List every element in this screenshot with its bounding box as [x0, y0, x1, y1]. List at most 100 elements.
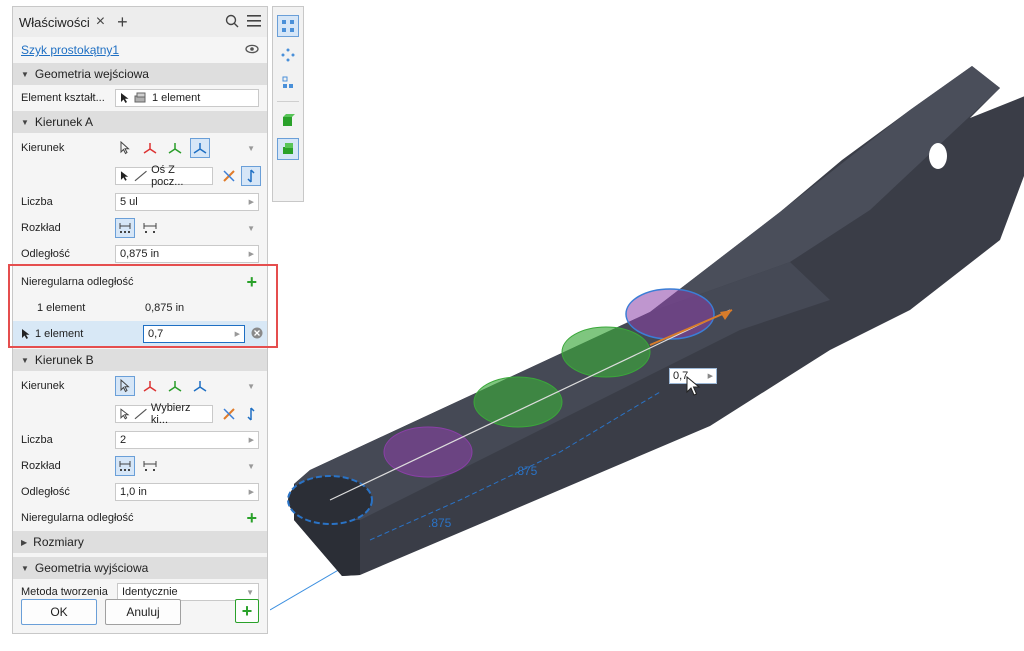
count-a-row: Liczba 5 ul ▶	[13, 189, 267, 215]
z-axis-icon[interactable]	[190, 138, 210, 158]
model-canvas[interactable]	[269, 0, 1024, 648]
apply-add-button[interactable]: +	[235, 599, 259, 623]
section-title: Kierunek B	[34, 353, 94, 367]
model-viewport[interactable]: .875 .875	[269, 0, 1024, 648]
add-icon[interactable]: +	[246, 508, 257, 529]
distance-icon[interactable]	[140, 456, 160, 476]
chevron-down-icon[interactable]: ▼	[247, 382, 255, 391]
midplane-icon[interactable]	[241, 404, 261, 424]
feature-select-row: Element kształt... 1 element	[13, 85, 267, 111]
distance-label: Odległość	[21, 248, 70, 260]
distribution-b-row: Rozkład ▼	[13, 453, 267, 479]
section-direction-b[interactable]: ▼ Kierunek B	[13, 349, 267, 371]
distance-b-input[interactable]: 1,0 in ▶	[115, 483, 259, 501]
close-icon[interactable]: ×	[96, 13, 105, 31]
chevron-right-icon[interactable]: ▶	[249, 198, 254, 206]
count-a-input[interactable]: 5 ul ▶	[115, 193, 259, 211]
axis-line-icon	[134, 170, 147, 182]
expand-triangle-icon: ▶	[21, 537, 28, 547]
select-direction-icon[interactable]	[115, 376, 135, 396]
feature-name-link[interactable]: Szyk prostokątny1	[21, 43, 119, 57]
spacing-icon[interactable]	[115, 456, 135, 476]
count-b-value: 2	[120, 434, 127, 446]
mouse-cursor-icon	[686, 376, 701, 396]
flip-direction-icon[interactable]	[219, 404, 239, 424]
direction-label: Kierunek	[21, 380, 65, 392]
pattern-hole-preview	[383, 426, 473, 478]
chevron-down-icon[interactable]: ▼	[247, 144, 255, 153]
ok-button[interactable]: OK	[21, 599, 97, 625]
collapse-triangle-icon: ▼	[21, 355, 29, 365]
dimension-label: .875	[514, 464, 538, 478]
mount-hole	[838, 89, 858, 117]
axis-line-icon	[134, 408, 147, 420]
distance-b-value: 1,0 in	[120, 486, 147, 498]
cursor-icon	[121, 93, 129, 103]
select-direction-icon[interactable]	[115, 138, 135, 158]
irregular-distance-highlight	[8, 264, 278, 348]
chevron-right-icon[interactable]: ▶	[249, 488, 254, 496]
feature-icon	[134, 92, 146, 103]
distance-label: Odległość	[21, 486, 70, 498]
count-b-input[interactable]: 2 ▶	[115, 431, 259, 449]
distribution-label: Rozkład	[21, 460, 61, 472]
chevron-right-icon[interactable]: ▶	[249, 436, 254, 444]
cursor-icon	[120, 171, 129, 181]
distribution-a-row: Rozkład ▼	[13, 215, 267, 241]
axis-a-selector[interactable]: Oś Z pocz...	[115, 164, 213, 188]
collapse-triangle-icon: ▼	[21, 69, 29, 79]
y-axis-icon[interactable]	[165, 138, 185, 158]
section-input-geometry[interactable]: ▼ Geometria wejściowa	[13, 63, 267, 85]
feature-name-bar: Szyk prostokątny1	[13, 37, 267, 63]
chevron-right-icon[interactable]: ▶	[249, 250, 254, 258]
section-sizes[interactable]: ▶ Rozmiary	[13, 531, 267, 553]
collapse-triangle-icon: ▼	[21, 563, 29, 573]
chevron-down-icon[interactable]: ▼	[246, 588, 254, 597]
chevron-down-icon[interactable]: ▼	[247, 224, 255, 233]
panel-titlebar: Właściwości × +	[13, 7, 267, 37]
pattern-hole-preview	[625, 288, 715, 340]
feature-label: Element kształt...	[21, 92, 105, 104]
distance-a-input[interactable]: 0,875 in ▶	[115, 245, 259, 263]
search-icon[interactable]	[225, 14, 239, 31]
count-label: Liczba	[21, 434, 53, 446]
count-a-value: 5 ul	[120, 196, 138, 208]
tab-title: Właściwości	[19, 14, 90, 30]
section-direction-a[interactable]: ▼ Kierunek A	[13, 111, 267, 133]
distance-b-row: Odległość 1,0 in ▶	[13, 479, 267, 505]
menu-icon[interactable]	[247, 14, 261, 30]
feature-selector[interactable]: 1 element	[115, 89, 259, 107]
tab-properties[interactable]: Właściwości ×	[19, 13, 105, 31]
section-title: Kierunek A	[34, 115, 93, 129]
button-row: OK Anuluj +	[21, 599, 259, 627]
eye-icon[interactable]	[245, 44, 259, 57]
section-title: Geometria wyjściowa	[34, 561, 149, 575]
cancel-button[interactable]: Anuluj	[105, 599, 181, 625]
distance-a-value: 0,875 in	[120, 248, 160, 260]
x-axis-icon[interactable]	[140, 138, 160, 158]
section-title: Rozmiary	[33, 535, 84, 549]
method-value: Identycznie	[122, 586, 178, 598]
feature-value: 1 element	[152, 92, 201, 104]
axis-b-selector[interactable]: Wybierz ki...	[115, 402, 213, 426]
x-axis-icon[interactable]	[140, 376, 160, 396]
chevron-right-icon[interactable]: ▶	[708, 372, 713, 380]
chevron-down-icon[interactable]: ▼	[247, 462, 255, 471]
axis-b-value: Wybierz ki...	[150, 402, 191, 426]
section-title: Geometria wejściowa	[34, 67, 149, 81]
dimension-label: .875	[428, 516, 452, 530]
z-axis-icon[interactable]	[190, 376, 210, 396]
add-tab-icon[interactable]: +	[117, 12, 128, 33]
axis-a-value: Oś Z pocz...	[151, 164, 184, 188]
irregular-label: Nieregularna odległość	[21, 512, 134, 524]
flip-direction-icon[interactable]	[219, 166, 239, 186]
distance-icon[interactable]	[140, 218, 160, 238]
spacing-icon[interactable]	[115, 218, 135, 238]
section-output-geometry[interactable]: ▼ Geometria wyjściowa	[13, 557, 267, 579]
axis-b-row: Wybierz ki...	[13, 401, 267, 427]
y-axis-icon[interactable]	[165, 376, 185, 396]
irregular-b-header: Nieregularna odległość +	[13, 505, 267, 531]
midplane-icon[interactable]	[241, 166, 261, 186]
count-b-row: Liczba 2 ▶	[13, 427, 267, 453]
axis-a-row: Oś Z pocz...	[13, 163, 267, 189]
